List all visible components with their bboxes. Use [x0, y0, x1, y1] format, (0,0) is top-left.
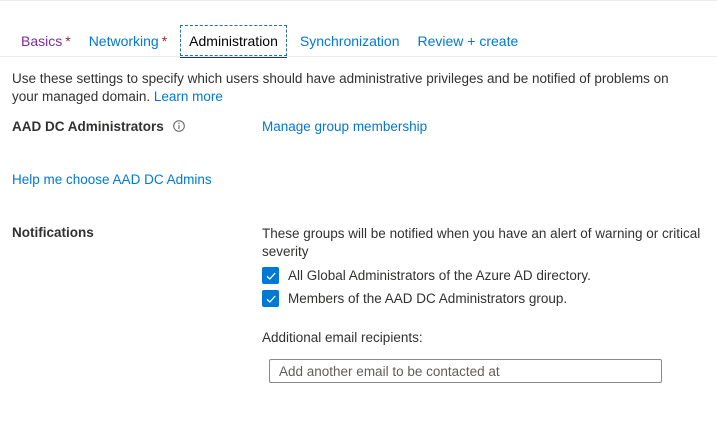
- admins-label: AAD DC Administrators: [12, 119, 185, 134]
- additional-email-input[interactable]: [269, 359, 662, 383]
- checkmark-icon: [266, 295, 276, 303]
- admins-label-text: AAD DC Administrators: [12, 119, 164, 134]
- manage-group-membership-link[interactable]: Manage group membership: [262, 119, 427, 134]
- tab-networking[interactable]: Networking *: [80, 25, 176, 56]
- checkbox-dc-admins[interactable]: Members of the AAD DC Administrators gro…: [262, 290, 567, 307]
- tab-basics[interactable]: Basics *: [12, 25, 80, 56]
- top-divider: [0, 0, 717, 1]
- checkbox-checked[interactable]: [262, 290, 279, 307]
- tab-networking-label: Networking: [88, 33, 159, 49]
- required-asterisk: *: [161, 33, 168, 49]
- notifications-label: Notifications: [12, 225, 94, 240]
- tab-synchronization-label: Synchronization: [299, 33, 400, 49]
- tab-review-create[interactable]: Review + create: [409, 25, 528, 56]
- checkbox-checked[interactable]: [262, 267, 279, 284]
- tab-review-create-label: Review + create: [417, 33, 519, 49]
- checkmark-icon: [266, 272, 276, 280]
- intro-text: Use these settings to specify which user…: [12, 70, 692, 106]
- checkbox-dc-admins-label: Members of the AAD DC Administrators gro…: [288, 291, 568, 306]
- tab-basics-label: Basics: [21, 33, 63, 49]
- tab-administration[interactable]: Administration: [180, 25, 287, 58]
- notifications-description: These groups will be notified when you h…: [262, 226, 701, 259]
- wizard-tabs: Basics * Networking * Administration Synch…: [12, 25, 528, 58]
- checkbox-global-admins-label: All Global Administrators of the Azure A…: [288, 268, 591, 283]
- tab-administration-label: Administration: [189, 33, 278, 49]
- tab-divider: [0, 56, 717, 57]
- additional-email-label: Additional email recipients:: [262, 330, 423, 345]
- tab-synchronization[interactable]: Synchronization: [291, 25, 409, 56]
- required-asterisk: *: [65, 33, 71, 49]
- help-choose-admins-link[interactable]: Help me choose AAD DC Admins: [12, 172, 212, 187]
- intro-description: Use these settings to specify which user…: [12, 71, 669, 104]
- info-icon[interactable]: [172, 120, 185, 132]
- checkbox-global-admins[interactable]: All Global Administrators of the Azure A…: [262, 267, 591, 284]
- learn-more-link[interactable]: Learn more: [154, 89, 223, 104]
